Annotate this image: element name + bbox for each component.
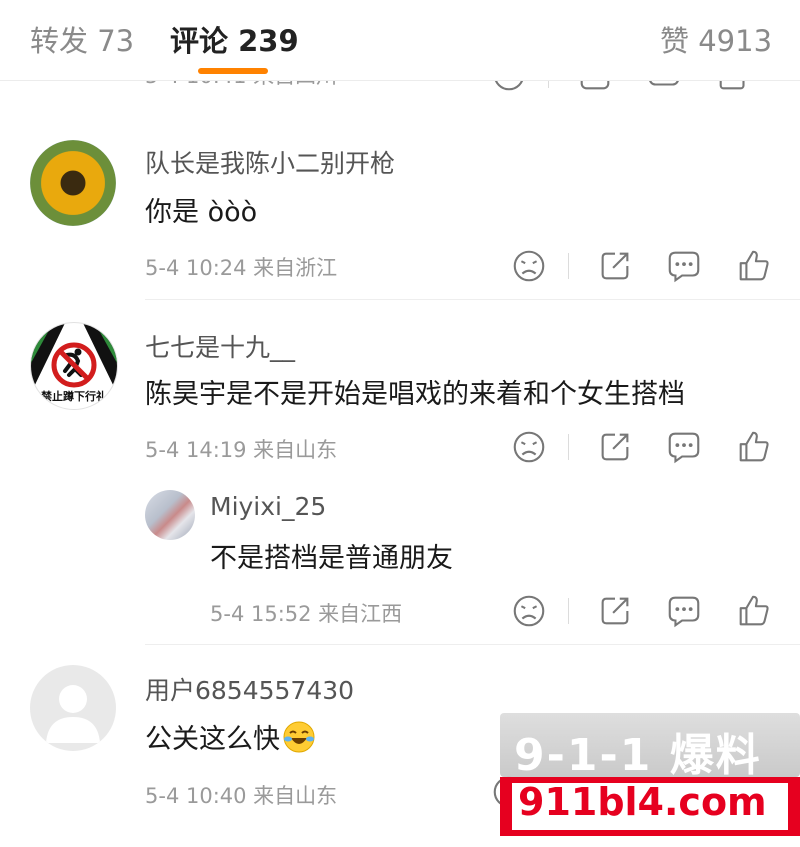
- sunflower-avatar[interactable]: [30, 140, 116, 226]
- comment-meta: 5-4 10:24 来自浙江: [145, 256, 338, 280]
- comment-actions: [510, 428, 780, 468]
- watermark-url-text: 911bl4.com: [518, 780, 767, 824]
- share-icon[interactable]: [596, 592, 634, 630]
- avatar-sign-text: 禁止蹲下行礼: [41, 390, 107, 403]
- comment-actions: [510, 247, 780, 287]
- comment-icon[interactable]: [665, 428, 703, 466]
- comment-icon[interactable]: [665, 592, 703, 630]
- dislike-icon[interactable]: [510, 247, 548, 285]
- watermark-url-banner: 911bl4.com: [500, 777, 800, 836]
- tab-likes[interactable]: 赞 4913: [660, 18, 772, 60]
- reply-actions: [510, 592, 780, 632]
- like-icon[interactable]: [735, 592, 773, 630]
- dislike-icon[interactable]: [510, 428, 548, 466]
- comment-username[interactable]: 用户6854557430: [145, 671, 354, 707]
- user-silhouette-icon: [46, 685, 100, 743]
- laugh-cry-emoji: [283, 721, 315, 753]
- reply-username[interactable]: Miyixi_25: [210, 492, 326, 521]
- comment-text: 陈昊宇是不是开始是唱戏的来着和个女生搭档: [145, 379, 685, 410]
- tab-comments[interactable]: 评论 239: [170, 18, 299, 60]
- tab-repost[interactable]: 转发 73: [30, 18, 134, 60]
- watermark-banner: 9-1-1 爆料网: [500, 713, 800, 845]
- comment-text: 你是 òòò: [145, 197, 258, 228]
- comment-meta: 5-4 14:19 来自山东: [145, 438, 338, 462]
- comment-text-content: 公关这么快: [145, 724, 280, 755]
- comment-meta: 5-4 10:40 来自山东: [145, 784, 338, 808]
- active-tab-indicator: [198, 68, 268, 74]
- comment-username[interactable]: 七七是十九__: [145, 328, 295, 364]
- share-icon[interactable]: [596, 428, 634, 466]
- dislike-icon[interactable]: [510, 592, 548, 630]
- no-squatting-sign-avatar[interactable]: 禁止蹲下行礼: [30, 322, 118, 410]
- comment-username[interactable]: 队长是我陈小二别开枪: [145, 144, 395, 180]
- like-icon[interactable]: [735, 428, 773, 466]
- comment-text: 公关这么快: [145, 717, 316, 756]
- divider: [568, 253, 569, 279]
- divider: [568, 598, 569, 624]
- reply-text: 不是搭档是普通朋友: [210, 543, 453, 574]
- reply-meta: 5-4 15:52 来自江西: [210, 602, 403, 626]
- photo-avatar[interactable]: [145, 490, 195, 540]
- comment-item: 禁止蹲下行礼 七七是十九__ 陈昊宇是不是开始是唱戏的来着和个女生搭档 5-4 …: [0, 300, 800, 645]
- comment-icon[interactable]: [665, 247, 703, 285]
- share-icon[interactable]: [596, 247, 634, 285]
- divider: [568, 434, 569, 460]
- default-user-avatar[interactable]: [30, 665, 116, 751]
- comment-item: 队长是我陈小二别开枪 你是 òòò 5-4 10:24 来自浙江: [0, 100, 800, 300]
- like-icon[interactable]: [735, 247, 773, 285]
- comment-tabs-bar: 转发 73 评论 239 赞 4913: [0, 0, 800, 81]
